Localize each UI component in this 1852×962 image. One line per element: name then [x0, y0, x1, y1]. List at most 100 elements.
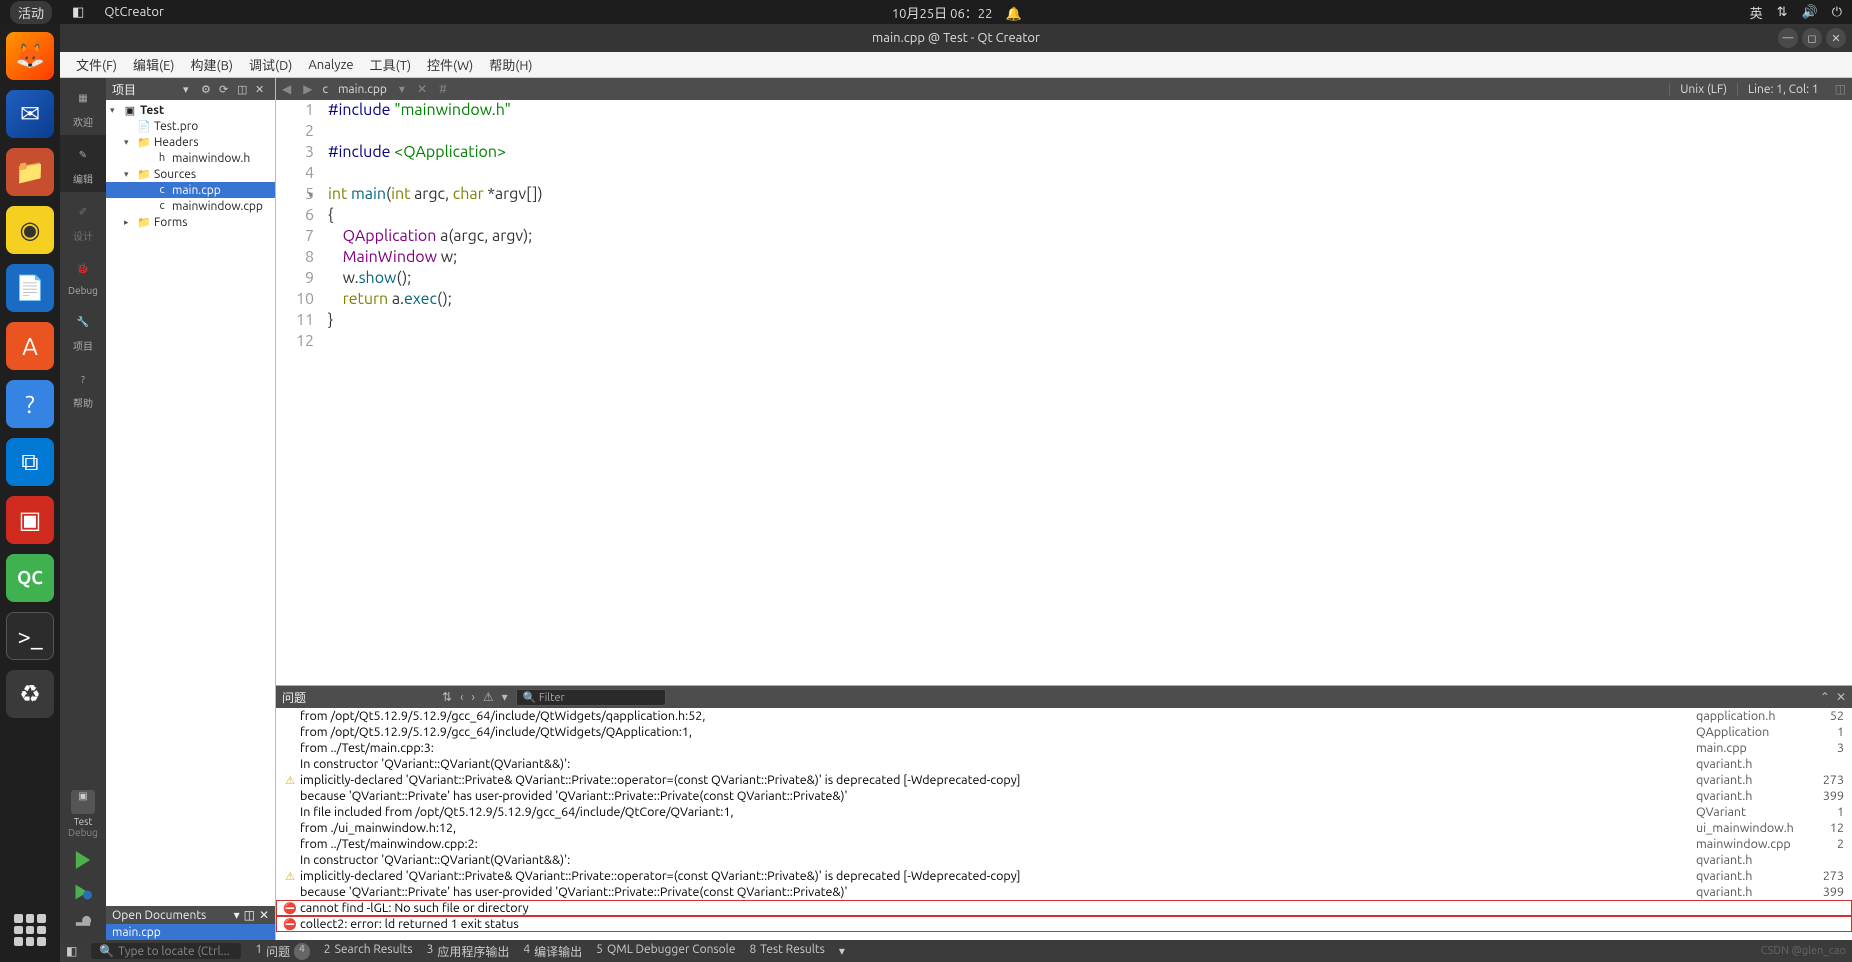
issues-close-icon[interactable]: ✕: [1836, 690, 1846, 704]
maximize-button[interactable]: ◻: [1802, 28, 1822, 48]
dock-thunderbird[interactable]: ✉: [6, 90, 54, 138]
output-tab[interactable]: 8 Test Results: [749, 943, 824, 960]
issues-filter-dropdown-icon[interactable]: ▾: [502, 690, 508, 704]
sidebar-dropdown-icon[interactable]: ▾: [183, 83, 197, 96]
issue-row[interactable]: In constructor 'QVariant::QVariant(QVari…: [276, 852, 1852, 868]
app-name[interactable]: QtCreator: [104, 5, 164, 19]
dock-show-apps[interactable]: [10, 910, 50, 950]
menu-widgets[interactable]: 控件(W): [419, 55, 481, 74]
output-tab[interactable]: 3 应用程序输出: [427, 943, 510, 960]
nav-forward-icon[interactable]: ▶: [297, 82, 318, 96]
nav-back-icon[interactable]: ◀: [276, 82, 297, 96]
tree-pro-file[interactable]: 📄Test.pro: [106, 118, 275, 134]
issues-list[interactable]: from /opt/Qt5.12.9/5.12.9/gcc_64/include…: [276, 708, 1852, 940]
issue-row[interactable]: ⚠implicitly-declared 'QVariant::Private&…: [276, 772, 1852, 788]
project-tree[interactable]: ▾▣Test 📄Test.pro ▾📁Headers hmainwindow.h…: [106, 100, 275, 906]
dock-vscode[interactable]: ⧉: [6, 438, 54, 486]
dock-terminal[interactable]: >_: [6, 612, 54, 660]
dock-help[interactable]: ?: [6, 380, 54, 428]
dock-app-red[interactable]: ▣: [6, 496, 54, 544]
open-docs-dropdown-icon[interactable]: ▾: [234, 908, 240, 922]
editor-split-icon[interactable]: ◫: [1829, 82, 1852, 96]
tree-header-file[interactable]: hmainwindow.h: [106, 150, 275, 166]
mode-help[interactable]: ?帮助: [60, 359, 106, 416]
dock-trash[interactable]: ♻: [6, 670, 54, 718]
issue-row[interactable]: from /opt/Qt5.12.9/5.12.9/gcc_64/include…: [276, 708, 1852, 724]
menu-help[interactable]: 帮助(H): [481, 55, 540, 74]
editor-close-icon[interactable]: ✕: [411, 82, 433, 96]
cursor-position[interactable]: Line: 1, Col: 1: [1737, 83, 1829, 96]
tree-mainwindow-cpp[interactable]: cmainwindow.cpp: [106, 198, 275, 214]
line-ending-selector[interactable]: Unix (LF): [1669, 83, 1737, 96]
run-button[interactable]: [60, 844, 106, 876]
issue-row[interactable]: In file included from /opt/Qt5.12.9/5.12…: [276, 804, 1852, 820]
issue-row[interactable]: ⛔collect2: error: ld returned 1 exit sta…: [276, 916, 1852, 932]
issues-minimize-icon[interactable]: ⌃: [1820, 690, 1830, 704]
mode-edit[interactable]: ✎编辑: [60, 135, 106, 192]
issue-row[interactable]: In constructor 'QVariant::QVariant(QVari…: [276, 756, 1852, 772]
issue-row[interactable]: from ./ui_mainwindow.h:12,ui_mainwindow.…: [276, 820, 1852, 836]
power-icon[interactable]: ⏻: [1832, 5, 1842, 20]
issues-next-icon[interactable]: ›: [471, 691, 474, 704]
ime-indicator[interactable]: 英: [1750, 3, 1763, 22]
debug-run-button[interactable]: [60, 876, 106, 908]
activities-button[interactable]: 活动: [10, 1, 52, 24]
issue-row[interactable]: because 'QVariant::Private' has user-pro…: [276, 884, 1852, 900]
issues-config-icon[interactable]: ⇅: [442, 690, 452, 704]
editor-dropdown-icon[interactable]: ▾: [393, 82, 411, 96]
tree-forms[interactable]: ▸📁Forms: [106, 214, 275, 230]
mode-welcome[interactable]: ▦欢迎: [60, 78, 106, 135]
dock-firefox[interactable]: 🦊: [6, 32, 54, 80]
issues-prev-icon[interactable]: ‹: [460, 691, 463, 704]
dock-qtcreator[interactable]: QC: [6, 554, 54, 602]
dock-writer[interactable]: 📄: [6, 264, 54, 312]
mode-design[interactable]: ✐设计: [60, 192, 106, 249]
tree-project[interactable]: ▾▣Test: [106, 102, 275, 118]
menu-debug[interactable]: 调试(D): [241, 55, 300, 74]
editor-filename[interactable]: main.cpp: [332, 83, 393, 96]
open-docs-close-icon[interactable]: ✕: [259, 908, 269, 922]
menu-edit[interactable]: 编辑(E): [125, 55, 182, 74]
output-tab[interactable]: 5 QML Debugger Console: [596, 943, 735, 960]
locator-input[interactable]: 🔍 Type to locate (Ctrl...: [91, 943, 241, 959]
volume-icon[interactable]: 🔊: [1802, 5, 1818, 20]
issue-row[interactable]: because 'QVariant::Private' has user-pro…: [276, 788, 1852, 804]
issue-row[interactable]: from /opt/Qt5.12.9/5.12.9/gcc_64/include…: [276, 724, 1852, 740]
menu-build[interactable]: 构建(B): [183, 55, 241, 74]
sidebar-close-icon[interactable]: ✕: [255, 83, 269, 96]
issues-filter-input[interactable]: 🔍 Filter: [516, 689, 666, 706]
code-editor[interactable]: 12345▾6789101112 #include "mainwindow.h"…: [276, 100, 1852, 685]
sidebar-filter-icon[interactable]: ⚙: [201, 83, 215, 96]
output-tab[interactable]: 4 编译输出: [523, 943, 582, 960]
output-tab[interactable]: 2 Search Results: [324, 943, 413, 960]
sidebar-sync-icon[interactable]: ⟳: [219, 83, 233, 96]
sidebar-toggle-icon[interactable]: ◧: [66, 944, 77, 958]
menu-file[interactable]: 文件(F): [68, 55, 125, 74]
close-button[interactable]: ✕: [1826, 28, 1846, 48]
kit-selector[interactable]: ▣ Test Debug: [60, 784, 106, 844]
issue-row[interactable]: ⚠implicitly-declared 'QVariant::Private&…: [276, 868, 1852, 884]
dock-rhythmbox[interactable]: ◉: [6, 206, 54, 254]
network-icon[interactable]: ⇅: [1777, 5, 1788, 20]
dock-software[interactable]: A: [6, 322, 54, 370]
status-dropdown-icon[interactable]: ▾: [839, 944, 845, 958]
issue-row[interactable]: from ../Test/main.cpp:3:main.cpp3: [276, 740, 1852, 756]
open-doc-main[interactable]: main.cpp: [106, 924, 275, 940]
tree-sources[interactable]: ▾📁Sources: [106, 166, 275, 182]
open-docs-split-icon[interactable]: ◫: [244, 908, 255, 922]
dock-files[interactable]: 📁: [6, 148, 54, 196]
menu-tools[interactable]: 工具(T): [362, 55, 419, 74]
output-tab[interactable]: 1 问题 4: [255, 943, 309, 960]
issues-filter-type-icon[interactable]: ⚠: [483, 690, 494, 704]
build-button[interactable]: [60, 908, 106, 940]
menu-analyze[interactable]: Analyze: [300, 58, 361, 72]
datetime[interactable]: 10月25日 06：22: [892, 7, 993, 21]
issue-row[interactable]: from ../Test/mainwindow.cpp:2:mainwindow…: [276, 836, 1852, 852]
issue-row[interactable]: ⛔cannot find -lGL: No such file or direc…: [276, 900, 1852, 916]
mode-debug[interactable]: 🐞Debug: [60, 249, 106, 302]
tree-main-cpp[interactable]: cmain.cpp: [106, 182, 275, 198]
mode-project[interactable]: 🔧项目: [60, 302, 106, 359]
notification-icon[interactable]: 🔔: [1005, 7, 1021, 21]
tree-headers[interactable]: ▾📁Headers: [106, 134, 275, 150]
minimize-button[interactable]: —: [1778, 28, 1798, 48]
